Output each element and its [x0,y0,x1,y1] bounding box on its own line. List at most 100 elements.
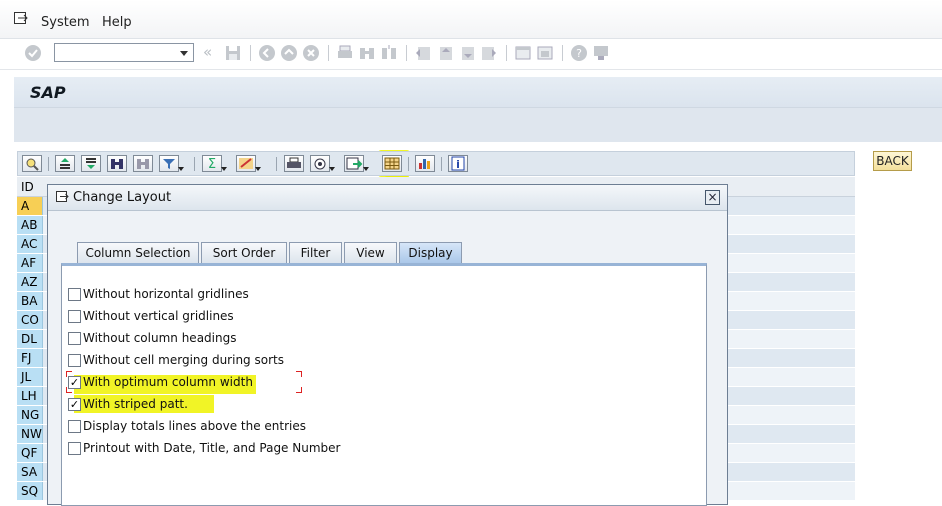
tab-sort-order[interactable]: Sort Order [201,242,287,264]
print-preview-button[interactable] [284,155,304,172]
bar-chart-icon [419,159,430,169]
back-button[interactable]: BACK [873,151,912,171]
menu-system[interactable]: System [41,15,89,30]
filter-button[interactable] [159,155,184,172]
application-toolbar [14,108,942,142]
close-icon[interactable]: × [705,190,720,205]
option-label: Without horizontal gridlines [83,287,249,301]
back-icon[interactable] [258,44,276,62]
information-button[interactable]: i [448,155,468,172]
checkbox[interactable] [68,354,81,367]
checkbox[interactable] [68,442,81,455]
option-item[interactable]: ✓ With striped patt. [68,396,368,414]
toolbar-separator [276,157,277,171]
command-field[interactable] [54,43,194,62]
column-header-id[interactable]: ID [21,180,34,194]
toolbar-separator [408,157,409,171]
new-session-icon[interactable] [514,44,532,62]
checkbox-checked[interactable]: ✓ [68,376,81,389]
row-key-cell[interactable]: QF [17,444,43,462]
tab-view[interactable]: View [344,242,397,264]
option-item[interactable]: Without cell merging during sorts [68,352,368,370]
checkbox[interactable] [68,420,81,433]
row-key-cell[interactable]: AF [17,254,43,272]
change-layout-button[interactable] [382,155,402,172]
grid-layout-icon [384,157,400,170]
row-key-cell[interactable]: A [17,197,43,215]
checkbox[interactable] [68,288,81,301]
alv-toolbar: Σ i [17,151,855,176]
sum-icon: Σ [208,157,216,172]
chevron-down-icon[interactable] [180,51,188,56]
option-item[interactable]: Without vertical gridlines [68,308,368,326]
details-button[interactable] [22,155,42,172]
find-icon[interactable] [358,44,376,62]
dropdown-arrow-icon [178,167,184,171]
option-label: With optimum column width [83,375,253,389]
dropdown-arrow-icon [221,167,227,171]
option-item[interactable]: ✓ With optimum column width [68,374,368,392]
row-key-cell[interactable]: AC [17,235,43,253]
help-icon[interactable]: ? [570,44,588,62]
dialog-title: Change Layout [73,190,172,205]
total-button[interactable]: Σ [202,155,227,172]
option-label: Without cell merging during sorts [83,353,284,367]
double-left-icon: « [203,43,213,61]
row-key-cell[interactable]: FJ [17,349,43,367]
toolbar-separator [406,45,407,61]
last-page-icon[interactable] [480,44,498,62]
tab-column-selection[interactable]: Column Selection [77,242,199,264]
window-menu-icon[interactable] [56,191,69,202]
find-next-icon [137,159,149,169]
exit-icon[interactable] [280,44,298,62]
checkbox[interactable] [68,332,81,345]
svg-text:Σ: Σ [208,157,216,171]
row-key-cell[interactable]: LH [17,387,43,405]
find-button[interactable] [107,155,127,172]
sort-ascending-button[interactable] [55,155,75,172]
row-key-cell[interactable]: SQ [17,482,43,500]
svg-text:i: i [456,158,460,171]
enter-icon[interactable] [24,44,42,62]
shortcut-icon[interactable] [536,44,554,62]
export-button[interactable] [344,155,369,172]
row-key-cell[interactable]: SA [17,463,43,481]
tab-filter[interactable]: Filter [289,242,342,264]
previous-page-icon[interactable] [436,44,454,62]
cancel-icon[interactable] [302,44,320,62]
row-key-cell[interactable]: NG [17,406,43,424]
subtotal-icon [239,158,253,169]
find-next-icon[interactable] [380,44,398,62]
row-key-cell[interactable]: BA [17,292,43,310]
sort-descending-button[interactable] [81,155,101,172]
find-next-button[interactable] [133,155,153,172]
title-bar: SAP [14,77,942,108]
customize-layout-icon[interactable] [592,44,610,62]
svg-text:?: ? [576,47,582,60]
next-page-icon[interactable] [458,44,476,62]
row-key-cell[interactable]: JL [17,368,43,386]
window-menu-icon[interactable] [14,12,28,24]
first-page-icon[interactable] [414,44,432,62]
save-icon[interactable] [224,44,242,62]
menu-help[interactable]: Help [102,15,132,30]
subtotals-button[interactable] [236,155,261,172]
graphic-button[interactable] [415,155,435,172]
row-key-cell[interactable]: CO [17,311,43,329]
print-icon[interactable] [336,44,354,62]
views-button[interactable] [310,155,335,172]
sort-ascending-icon [60,158,70,169]
option-item[interactable]: Printout with Date, Title, and Page Numb… [68,440,368,458]
checkbox[interactable] [68,310,81,323]
toolbar-separator [48,157,49,171]
dropdown-arrow-icon [329,167,335,171]
row-key-cell[interactable]: NW [17,425,43,443]
row-key-cell[interactable]: AB [17,216,43,234]
tab-display[interactable]: Display [399,242,462,264]
checkbox-checked[interactable]: ✓ [68,398,81,411]
row-key-cell[interactable]: DL [17,330,43,348]
option-item[interactable]: Without column headings [68,330,368,348]
row-key-cell[interactable]: AZ [17,273,43,291]
option-item[interactable]: Display totals lines above the entries [68,418,368,436]
option-item[interactable]: Without horizontal gridlines [68,286,368,304]
